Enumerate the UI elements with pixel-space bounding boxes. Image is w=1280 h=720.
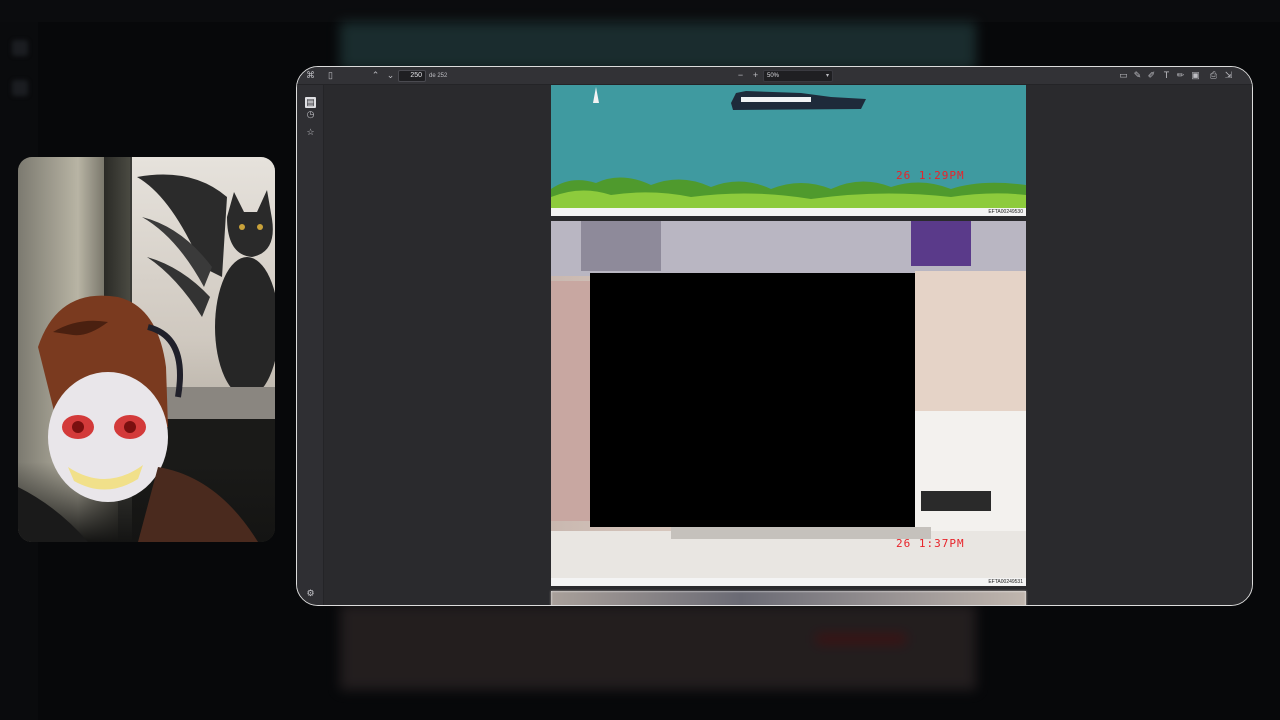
background-sidebar-icon <box>12 40 28 56</box>
star-icon[interactable]: ☆ <box>305 127 316 138</box>
background-page-top <box>340 22 976 70</box>
zoom-value: 50% <box>767 73 780 79</box>
bates-number: EFTA00249530 <box>988 209 1023 215</box>
viewer-toolbar: ⌘ ▯ ⌃ ⌄ 250 de 252 − + 50% ▾ ▭ ✎ ✐ T ✏ ▣… <box>297 67 1252 85</box>
background-page-bottom <box>340 604 976 690</box>
text-icon[interactable]: T <box>1161 70 1172 81</box>
tools-icon[interactable]: ⌘ <box>305 70 316 81</box>
highlight-icon[interactable]: ✐ <box>1146 70 1157 81</box>
draw-icon[interactable]: ✏ <box>1175 70 1186 81</box>
save-icon[interactable]: ⇲ <box>1223 70 1234 81</box>
print-icon[interactable]: ⎙ <box>1208 70 1219 81</box>
page-number-input[interactable]: 250 <box>398 70 426 82</box>
chevron-down-icon: ▾ <box>825 73 829 79</box>
history-icon[interactable]: ◷ <box>305 109 316 120</box>
zoom-select[interactable]: 50% ▾ <box>763 70 833 82</box>
edit-page-icon[interactable]: ✎ <box>1132 70 1143 81</box>
viewer-side-rail: ▤ ◷ ☆ ⚙ <box>297 85 324 605</box>
comment-icon[interactable]: ▭ <box>1118 70 1129 81</box>
pdf-page <box>551 591 1026 605</box>
page-total-label: de 252 <box>429 73 448 79</box>
sidebar-toggle-icon[interactable]: ▯ <box>325 70 336 81</box>
thumbnails-icon[interactable]: ▤ <box>305 97 316 108</box>
chevron-up-icon[interactable]: ⌃ <box>370 70 381 81</box>
webcam-overlay <box>18 157 275 542</box>
timestamp-overlay: 26 1:37PM <box>896 537 965 550</box>
zoom-out-button[interactable]: − <box>735 70 746 81</box>
zoom-in-button[interactable]: + <box>750 70 761 81</box>
page-photo-partial <box>551 591 1026 605</box>
pdf-viewer-window: ⌘ ▯ ⌃ ⌄ 250 de 252 − + 50% ▾ ▭ ✎ ✐ T ✏ ▣… <box>296 66 1253 606</box>
masked-streamer <box>18 295 258 542</box>
background-sidebar-icon <box>12 80 28 96</box>
pdf-page: 26 1:37PM EFTA00249531 <box>551 221 1026 586</box>
bates-number: EFTA00249531 <box>988 579 1023 585</box>
background-topbar <box>0 0 1280 22</box>
image-icon[interactable]: ▣ <box>1190 70 1201 81</box>
chevron-down-icon[interactable]: ⌄ <box>385 70 396 81</box>
pdf-page: 26 1:29PM EFTA00249530 <box>551 85 1026 216</box>
page-photo-room: 26 1:37PM <box>551 221 1026 578</box>
page-photo-sea: 26 1:29PM <box>551 85 1026 208</box>
document-scroll-area[interactable]: 26 1:29PM EFTA00249530 26 1:37PM EFTA002… <box>324 85 1252 605</box>
redaction-box <box>590 273 915 527</box>
settings-icon[interactable]: ⚙ <box>305 588 316 599</box>
timestamp-overlay: 26 1:29PM <box>896 169 965 182</box>
